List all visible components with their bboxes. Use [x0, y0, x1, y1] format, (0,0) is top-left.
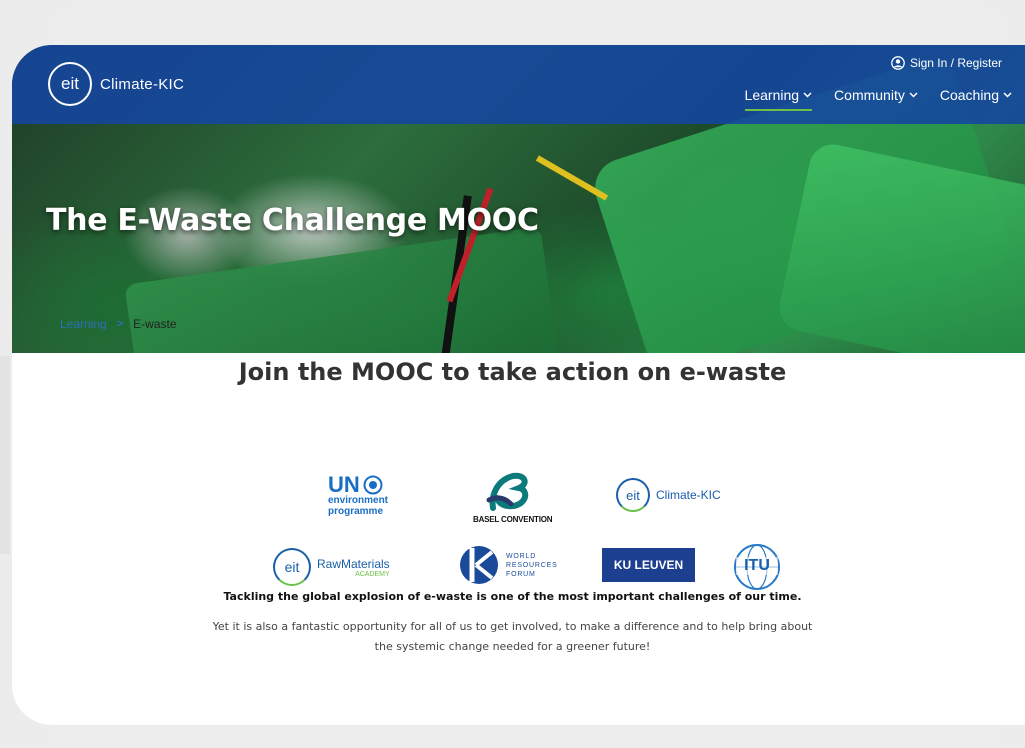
eit-logo-mark: eit: [48, 62, 92, 106]
nav-item-learning[interactable]: Learning: [744, 87, 813, 111]
circuit-board-image: [124, 226, 560, 353]
chevron-down-icon: [803, 92, 812, 98]
basel-b-icon: [486, 472, 529, 511]
eit-raw-materials-logo[interactable]: eit RawMaterials ACADEMY: [273, 548, 390, 586]
nav-item-coaching[interactable]: Coaching: [940, 87, 1012, 109]
wrf-line3: FORUM: [506, 570, 536, 578]
wrf-line1: WORLD: [506, 552, 537, 560]
unep-line2: environment: [328, 495, 389, 506]
top-navbar: eit Climate-KIC Sign In / Register Learn…: [12, 45, 1025, 124]
raw-materials-name: RawMaterials: [317, 556, 390, 571]
chevron-down-icon: [909, 92, 918, 98]
window-bottom-edge: [48, 725, 998, 748]
breadcrumb-learning-link[interactable]: Learning: [60, 317, 107, 331]
nav-item-community[interactable]: Community: [834, 87, 918, 109]
wrf-globe-icon: [460, 546, 498, 584]
window-top-edge: [48, 6, 1008, 46]
itu-text: ITU: [736, 557, 778, 575]
sign-in-link[interactable]: Sign In / Register: [891, 56, 1002, 70]
breadcrumb-separator: >: [116, 318, 124, 330]
eit-ring-icon: eit: [616, 478, 650, 512]
nav-label: Community: [834, 87, 905, 103]
raw-materials-sub: ACADEMY: [355, 570, 390, 578]
ku-leuven-logo[interactable]: KU LEUVEN: [602, 548, 695, 582]
eit-ring-icon: eit: [273, 548, 311, 586]
section-heading: Join the MOOC to take action on e-waste: [238, 358, 787, 386]
nav-label: Coaching: [939, 87, 999, 103]
sign-in-label: Sign In / Register: [909, 56, 1002, 70]
description: Yet it is also a fantastic opportunity f…: [212, 620, 813, 653]
unep-line3: programme: [328, 506, 384, 517]
breadcrumb: Learning > E-waste: [60, 317, 177, 331]
wrf-line2: RESOURCES: [506, 561, 558, 569]
site-logo[interactable]: eit Climate-KIC: [48, 62, 184, 106]
eit-climate-kic-logo[interactable]: eit Climate-KIC: [616, 478, 721, 512]
nav-label: Learning: [744, 87, 800, 103]
eit-mark-text: eit: [626, 487, 640, 503]
eit-climate-name: Climate-KIC: [656, 488, 721, 502]
itu-logo[interactable]: ITU: [732, 542, 782, 592]
ku-leuven-text: KU LEUVEN: [613, 558, 684, 572]
eit-mark-text: eit: [284, 559, 300, 575]
logo-name: Climate-KIC: [100, 75, 185, 93]
basel-convention-logo[interactable]: BASEL CONVENTION: [470, 470, 580, 526]
basel-text: BASEL CONVENTION: [473, 515, 553, 524]
world-resources-forum-logo[interactable]: WORLD RESOURCES FORUM: [458, 544, 558, 586]
tagline: Tackling the global explosion of e-waste…: [223, 590, 802, 603]
main-nav: Learning Community Coaching: [744, 87, 1012, 111]
un-emblem-icon: [363, 475, 383, 495]
logo-mark-text: eit: [61, 74, 79, 93]
user-icon: [891, 56, 905, 70]
chevron-down-icon: [1003, 92, 1012, 98]
unep-logo[interactable]: UN environment programme: [328, 474, 408, 524]
hero-title: The E-Waste Challenge MOOC: [46, 203, 539, 238]
unep-un-text: UN: [328, 472, 360, 497]
hero-banner: eit Climate-KIC Sign In / Register Learn…: [12, 45, 1025, 353]
breadcrumb-current: E-waste: [133, 317, 177, 331]
